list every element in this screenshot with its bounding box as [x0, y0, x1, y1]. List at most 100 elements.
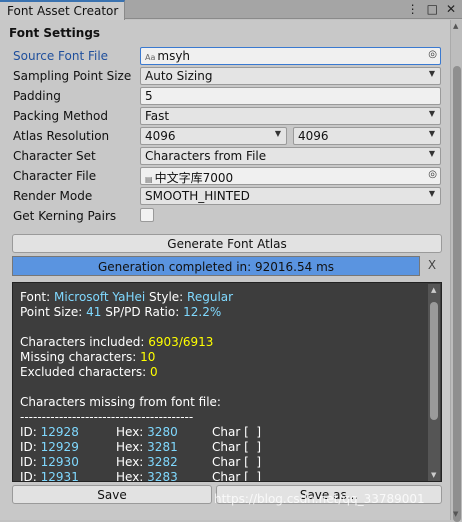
tab-font-asset-creator[interactable]: Font Asset Creator: [0, 0, 125, 20]
more-options-icon[interactable]: ⋮: [407, 2, 419, 16]
char-label: Char [: [212, 455, 249, 469]
point-size-value: 41: [86, 305, 102, 319]
char-label: Char [: [212, 470, 249, 482]
chevron-down-icon: ▼: [428, 69, 435, 78]
font-info-line: Font: Microsoft YaHei Style: Regular: [20, 290, 233, 304]
kerning-pairs-row: Get Kerning Pairs: [13, 207, 443, 226]
render-mode-label: Render Mode: [13, 189, 93, 203]
id-value: 12929: [40, 440, 79, 454]
padding-value: 5: [145, 89, 153, 103]
chevron-down-icon: ▼: [428, 189, 435, 198]
scroll-down-arrow-icon[interactable]: ▼: [431, 471, 436, 479]
chevron-down-icon: ▼: [428, 129, 435, 138]
included-value: 6903/6913: [148, 335, 214, 349]
sampling-point-size-dropdown[interactable]: Auto Sizing ▼: [140, 67, 441, 85]
packing-method-row: Packing Method Fast ▼: [13, 107, 443, 126]
missing-value: 10: [140, 350, 156, 364]
padding-input[interactable]: 5: [140, 87, 441, 105]
scroll-up-arrow-icon[interactable]: ▲: [431, 286, 436, 294]
window-scrollbar[interactable]: ▲ ▼: [450, 20, 462, 522]
render-mode-value: SMOOTH_HINTED: [145, 189, 250, 203]
hex-label: Hex:: [116, 455, 144, 469]
character-file-row: Character File ▤ 中文字库7000 ◎: [13, 167, 443, 186]
atlas-height-dropdown[interactable]: 4096 ▼: [293, 127, 441, 145]
id-label: ID:: [20, 425, 37, 439]
section-title: Font Settings: [9, 26, 101, 40]
sampling-point-size-row: Sampling Point Size Auto Sizing ▼: [13, 67, 443, 86]
output-console[interactable]: Font: Microsoft YaHei Style: Regular Poi…: [12, 282, 442, 482]
missing-header: Characters missing from font file:: [20, 395, 221, 409]
packing-method-dropdown[interactable]: Fast ▼: [140, 107, 441, 125]
packing-method-value: Fast: [145, 109, 170, 123]
character-file-field[interactable]: ▤ 中文字库7000 ◎: [140, 167, 441, 185]
hex-label: Hex:: [116, 425, 144, 439]
font-label: Font:: [20, 290, 51, 304]
render-mode-row: Render Mode SMOOTH_HINTED ▼: [13, 187, 443, 206]
divider-line: ----------------------------------------: [20, 410, 194, 424]
char-end: ]: [256, 470, 262, 482]
missing-label: Missing characters:: [20, 350, 137, 364]
character-set-dropdown[interactable]: Characters from File ▼: [140, 147, 441, 165]
padding-label: Padding: [13, 89, 61, 103]
tab-title: Font Asset Creator: [7, 4, 119, 18]
source-font-file-label: Source Font File: [13, 49, 109, 63]
id-label: ID:: [20, 455, 37, 469]
progress-text: Generation completed in: 92016.54 ms: [97, 260, 335, 274]
included-label: Characters included:: [20, 335, 145, 349]
watermark: https://blog.csdn.net/qq_33789001: [214, 492, 425, 506]
source-font-file-field[interactable]: Aa msyh ◎: [140, 47, 441, 65]
character-set-label: Character Set: [13, 149, 96, 163]
id-value: 12930: [40, 455, 79, 469]
character-set-row: Character Set Characters from File ▼: [13, 147, 443, 166]
packing-method-label: Packing Method: [13, 109, 108, 123]
save-button[interactable]: Save: [12, 485, 212, 504]
kerning-pairs-label: Get Kerning Pairs: [13, 209, 117, 223]
window-controls: ⋮ □ ✕: [407, 2, 456, 16]
text-asset-icon: ▤: [145, 175, 153, 184]
atlas-height-value: 4096: [298, 129, 329, 143]
ratio-label: SP/PD Ratio:: [105, 305, 180, 319]
hex-value: 3281: [147, 440, 178, 454]
scroll-thumb[interactable]: [453, 66, 461, 522]
chevron-down-icon: ▼: [274, 129, 281, 138]
atlas-resolution-row: Atlas Resolution 4096 ▼ 4096 ▼: [13, 127, 443, 146]
object-picker-icon[interactable]: ◎: [428, 169, 437, 180]
padding-row: Padding 5: [13, 87, 443, 106]
atlas-width-value: 4096: [145, 129, 176, 143]
character-file-label: Character File: [13, 169, 97, 183]
char-end: ]: [256, 455, 262, 469]
character-file-value: 中文字库7000: [154, 171, 234, 185]
char-label: Char [: [212, 440, 249, 454]
hex-value: 3282: [147, 455, 178, 469]
output-scrollbar[interactable]: ▲ ▼: [428, 284, 440, 481]
close-icon[interactable]: ✕: [446, 2, 456, 16]
chevron-down-icon: ▼: [428, 149, 435, 158]
maximize-icon[interactable]: □: [427, 2, 438, 16]
excluded-value: 0: [150, 365, 158, 379]
close-progress-button[interactable]: X: [422, 256, 442, 276]
generation-progress-bar: Generation completed in: 92016.54 ms: [12, 256, 420, 276]
hex-label: Hex:: [116, 470, 144, 482]
chevron-down-icon: ▼: [428, 109, 435, 118]
sampling-point-size-value: Auto Sizing: [145, 69, 213, 83]
hex-value: 3283: [147, 470, 178, 482]
output-scroll-thumb[interactable]: [430, 302, 438, 420]
style-label: Style:: [149, 290, 184, 304]
id-label: ID:: [20, 470, 37, 482]
font-asset-icon: Aa: [145, 53, 156, 62]
scroll-down-arrow-icon[interactable]: ▼: [453, 510, 458, 518]
id-label: ID:: [20, 440, 37, 454]
render-mode-dropdown[interactable]: SMOOTH_HINTED ▼: [140, 187, 441, 205]
source-font-file-row: Source Font File Aa msyh ◎: [13, 47, 443, 66]
char-end: ]: [256, 440, 262, 454]
style-value: Regular: [187, 290, 234, 304]
ratio-value: 12.2%: [183, 305, 222, 319]
character-set-value: Characters from File: [145, 149, 267, 163]
excluded-characters-line: Excluded characters: 0: [20, 365, 158, 379]
kerning-pairs-checkbox[interactable]: [140, 208, 154, 222]
point-size-label: Point Size:: [20, 305, 83, 319]
generate-font-atlas-button[interactable]: Generate Font Atlas: [12, 234, 442, 253]
object-picker-icon[interactable]: ◎: [428, 49, 437, 60]
atlas-width-dropdown[interactable]: 4096 ▼: [140, 127, 287, 145]
scroll-up-arrow-icon[interactable]: ▲: [453, 22, 458, 30]
